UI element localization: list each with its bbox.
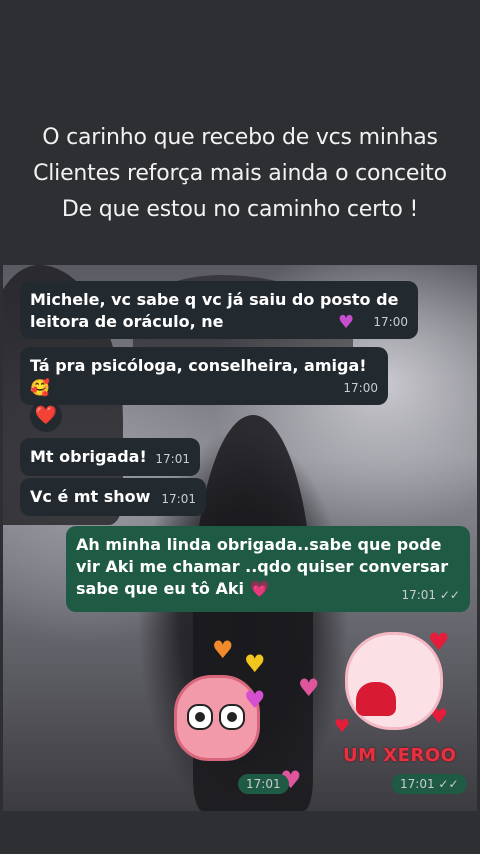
message-bubble-incoming[interactable]: Vc é mt show 17:01 <box>20 478 206 516</box>
caption-line: De que estou no caminho certo ! <box>61 197 419 222</box>
story-page: O carinho que recebo de vcs minhas Clien… <box>0 0 480 854</box>
message-time: 17:00 <box>373 315 408 329</box>
sticker-stamp-text: UM XEROO <box>343 745 457 766</box>
caption-line: O carinho que recebo de vcs minhas <box>42 125 438 150</box>
message-bubble-incoming[interactable]: Michele, vc sabe q vc já saiu do posto d… <box>20 281 418 339</box>
message-text: vir Aki me chamar ..qdo quiser conversar <box>76 557 449 576</box>
sticker-eye-icon <box>219 704 245 730</box>
message-bubble-incoming[interactable]: Tá pra psicóloga, conselheira, amiga!🥰 1… <box>20 347 388 405</box>
purple-heart-icon: ♥ <box>244 686 266 714</box>
message-bubble-incoming[interactable]: Mt obrigada! 17:01 <box>20 438 200 476</box>
pink-heart-icon: ♥ <box>298 674 320 702</box>
message-bubble-outgoing[interactable]: Ah minha linda obrigada..sabe que pode v… <box>66 526 470 612</box>
message-text: Ah minha linda obrigada..sabe que pode <box>76 535 442 554</box>
message-time: 17:00 <box>343 381 378 395</box>
red-heart-icon: ♥ <box>334 716 351 737</box>
purple-heart-icon: ♥ <box>338 312 355 333</box>
heart-reaction-icon[interactable]: ❤️ <box>30 400 62 432</box>
red-heart-icon <box>356 682 396 716</box>
message-time: 17:01 ✓✓ <box>401 588 460 602</box>
yellow-heart-icon: ♥ <box>244 650 266 678</box>
sticker-time: 17:01 ✓✓ <box>392 774 467 794</box>
story-caption: O carinho que recebo de vcs minhas Clien… <box>0 120 480 228</box>
sticker-eye-icon <box>187 704 213 730</box>
pig-heart-sticker[interactable] <box>345 632 443 730</box>
message-text: Tá pra psicóloga, conselheira, amiga!🥰 <box>30 356 367 397</box>
sticker-time: 17:01 <box>238 774 289 794</box>
message-time: 17:01 <box>161 492 196 506</box>
orange-heart-icon: ♥ <box>212 636 234 664</box>
message-time: 17:01 <box>155 452 190 466</box>
caption-line: Clientes reforça mais ainda o conceito <box>33 161 447 186</box>
message-text: Michele, vc sabe q vc já saiu do posto d… <box>30 290 399 309</box>
